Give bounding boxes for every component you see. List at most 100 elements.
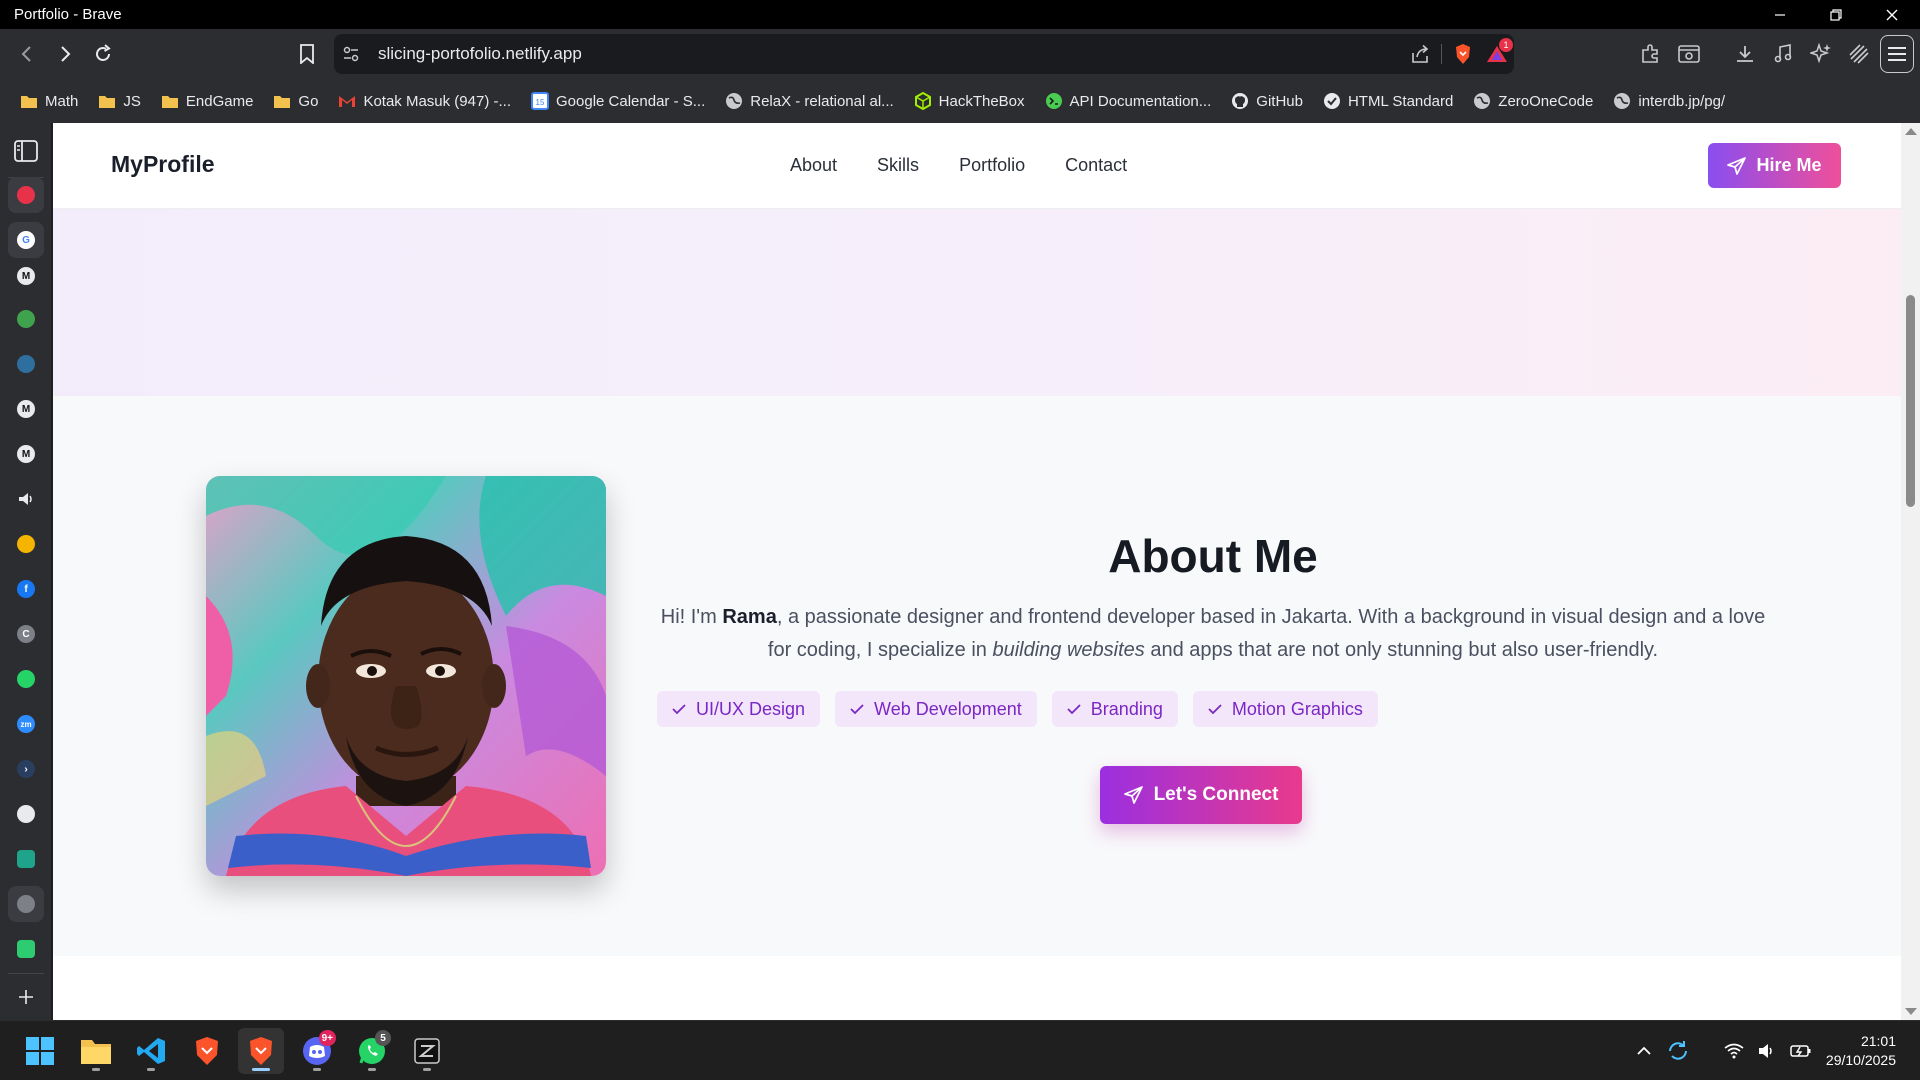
main-menu-button[interactable] bbox=[1880, 34, 1914, 74]
globe-icon bbox=[725, 92, 743, 110]
taskbar-whatsapp[interactable]: 5 bbox=[349, 1028, 395, 1074]
bookmark-calendar[interactable]: 15 Google Calendar - S... bbox=[523, 86, 713, 116]
sidebar-item-green-site[interactable] bbox=[8, 301, 44, 337]
play-icon: › bbox=[17, 760, 35, 778]
site-info-button[interactable] bbox=[334, 34, 368, 74]
nav-link-contact[interactable]: Contact bbox=[1065, 155, 1127, 176]
nav-link-about[interactable]: About bbox=[790, 155, 837, 176]
sidebar-toggle-button[interactable] bbox=[8, 133, 44, 169]
extensions-button[interactable] bbox=[1634, 34, 1668, 74]
restore-button[interactable] bbox=[1808, 0, 1864, 29]
lets-connect-label: Let's Connect bbox=[1153, 784, 1279, 805]
sidebar-item-whatsapp[interactable] bbox=[8, 661, 44, 697]
leo-ai-button[interactable] bbox=[1804, 34, 1838, 74]
bookmark-go[interactable]: Go bbox=[265, 86, 326, 116]
sidebar-item-medium-1[interactable]: M bbox=[8, 258, 44, 294]
url-text[interactable]: slicing-portofolio.netlify.app bbox=[378, 44, 1403, 64]
reload-button[interactable] bbox=[84, 35, 122, 73]
bookmark-endgame[interactable]: EndGame bbox=[153, 86, 262, 116]
tray-overflow-button[interactable] bbox=[1636, 1046, 1652, 1056]
start-button[interactable] bbox=[17, 1028, 63, 1074]
sidebar-item-drive[interactable] bbox=[8, 526, 44, 562]
scroll-up-arrow[interactable] bbox=[1905, 128, 1917, 135]
tray-volume[interactable] bbox=[1758, 1043, 1776, 1059]
bookmark-zeroonecode[interactable]: ZeroOneCode bbox=[1465, 86, 1601, 116]
sidebar-item-zoom[interactable]: zm bbox=[8, 706, 44, 742]
taskbar-vscode[interactable] bbox=[128, 1028, 174, 1074]
hackthebox-icon bbox=[914, 92, 932, 110]
bookmark-hackthebox[interactable]: HackTheBox bbox=[906, 86, 1033, 116]
skill-tag: Motion Graphics bbox=[1192, 691, 1378, 727]
sidebar-item-globe-active[interactable] bbox=[8, 886, 44, 922]
nav-link-portfolio[interactable]: Portfolio bbox=[959, 155, 1025, 176]
windows-taskbar: 9+ 5 21:01 29/10/2025 bbox=[0, 1020, 1920, 1080]
rewards-badge: 1 bbox=[1499, 38, 1513, 52]
html-standard-icon bbox=[1323, 92, 1341, 110]
brave-rewards-button[interactable]: 1 bbox=[1480, 34, 1514, 74]
bookmark-math[interactable]: Math bbox=[12, 86, 86, 116]
scroll-down-arrow[interactable] bbox=[1905, 1008, 1917, 1015]
site-icon bbox=[17, 310, 35, 328]
bookmark-github[interactable]: GitHub bbox=[1223, 86, 1311, 116]
about-name: Rama bbox=[722, 606, 777, 628]
brave-shields-button[interactable] bbox=[1446, 34, 1480, 74]
sidebar-item-player[interactable]: › bbox=[8, 751, 44, 787]
page-scrollbar[interactable] bbox=[1901, 123, 1920, 1020]
wallet-button[interactable] bbox=[1842, 34, 1876, 74]
sidebar-item-github[interactable] bbox=[8, 796, 44, 832]
sidebar-item-globe[interactable] bbox=[8, 346, 44, 382]
taskbar-brave-beta[interactable] bbox=[184, 1028, 230, 1074]
windows-logo-icon bbox=[26, 1037, 54, 1065]
share-button[interactable] bbox=[1403, 34, 1437, 74]
reader-mode-button[interactable] bbox=[1672, 34, 1706, 74]
sidebar-item-facebook[interactable]: f bbox=[8, 571, 44, 607]
folder-icon bbox=[98, 92, 116, 110]
sidebar-item-google[interactable]: G bbox=[8, 222, 44, 258]
minimize-button[interactable] bbox=[1752, 0, 1808, 29]
lets-connect-button[interactable]: Let's Connect bbox=[1100, 766, 1302, 824]
close-window-button[interactable] bbox=[1864, 0, 1920, 29]
clock-date: 29/10/2025 bbox=[1825, 1052, 1896, 1068]
brave-lion-icon bbox=[250, 1037, 272, 1065]
bookmark-html-standard[interactable]: HTML Standard bbox=[1315, 86, 1461, 116]
tray-sync[interactable] bbox=[1666, 1040, 1690, 1062]
bookmark-page-button[interactable] bbox=[288, 35, 326, 73]
address-bar[interactable]: slicing-portofolio.netlify.app 1 bbox=[334, 34, 1514, 74]
tray-clock[interactable]: 21:01 29/10/2025 bbox=[1826, 1032, 1896, 1070]
hire-me-button[interactable]: Hire Me bbox=[1708, 143, 1841, 188]
taskbar-zed[interactable] bbox=[404, 1028, 450, 1074]
restore-icon bbox=[1830, 8, 1842, 21]
sidebar-item-audio[interactable] bbox=[8, 481, 44, 517]
sidebar-item-site-c[interactable]: C bbox=[8, 616, 44, 652]
zed-editor-icon bbox=[414, 1038, 440, 1064]
zoom-icon: zm bbox=[17, 715, 35, 733]
taskbar-file-explorer[interactable] bbox=[73, 1028, 119, 1074]
taskbar-discord[interactable]: 9+ bbox=[294, 1028, 340, 1074]
globe-icon bbox=[1613, 92, 1631, 110]
site-brand[interactable]: MyProfile bbox=[111, 151, 215, 178]
sidebar-item-teal-site[interactable] bbox=[8, 841, 44, 877]
downloads-button[interactable] bbox=[1728, 34, 1762, 74]
sidebar-item-medium-2[interactable]: M bbox=[8, 391, 44, 427]
bookmark-interdb[interactable]: interdb.jp/pg/ bbox=[1605, 86, 1733, 116]
sidebar-item-green-app[interactable] bbox=[8, 931, 44, 967]
back-button[interactable] bbox=[8, 35, 46, 73]
sidebar-item-medium-3[interactable]: M bbox=[8, 436, 44, 472]
bookmark-api-docs[interactable]: API Documentation... bbox=[1037, 86, 1220, 116]
globe-icon bbox=[17, 895, 35, 913]
taskbar-brave[interactable] bbox=[238, 1028, 284, 1074]
sidebar-item-site-1[interactable] bbox=[8, 177, 44, 213]
media-button[interactable] bbox=[1766, 34, 1800, 74]
forward-button[interactable] bbox=[46, 35, 84, 73]
site-icon bbox=[17, 850, 35, 868]
forward-arrow-icon bbox=[61, 46, 71, 62]
tray-battery[interactable] bbox=[1790, 1044, 1812, 1058]
bookmark-relax[interactable]: RelaX - relational al... bbox=[717, 86, 901, 116]
nav-link-skills[interactable]: Skills bbox=[877, 155, 919, 176]
bookmark-gmail[interactable]: Kotak Masuk (947) -... bbox=[330, 86, 519, 116]
scroll-thumb[interactable] bbox=[1906, 295, 1915, 507]
tray-wifi[interactable] bbox=[1724, 1043, 1744, 1059]
profile-photo bbox=[206, 476, 606, 876]
sidebar-add-button[interactable] bbox=[8, 979, 44, 1015]
bookmark-js[interactable]: JS bbox=[90, 86, 149, 116]
